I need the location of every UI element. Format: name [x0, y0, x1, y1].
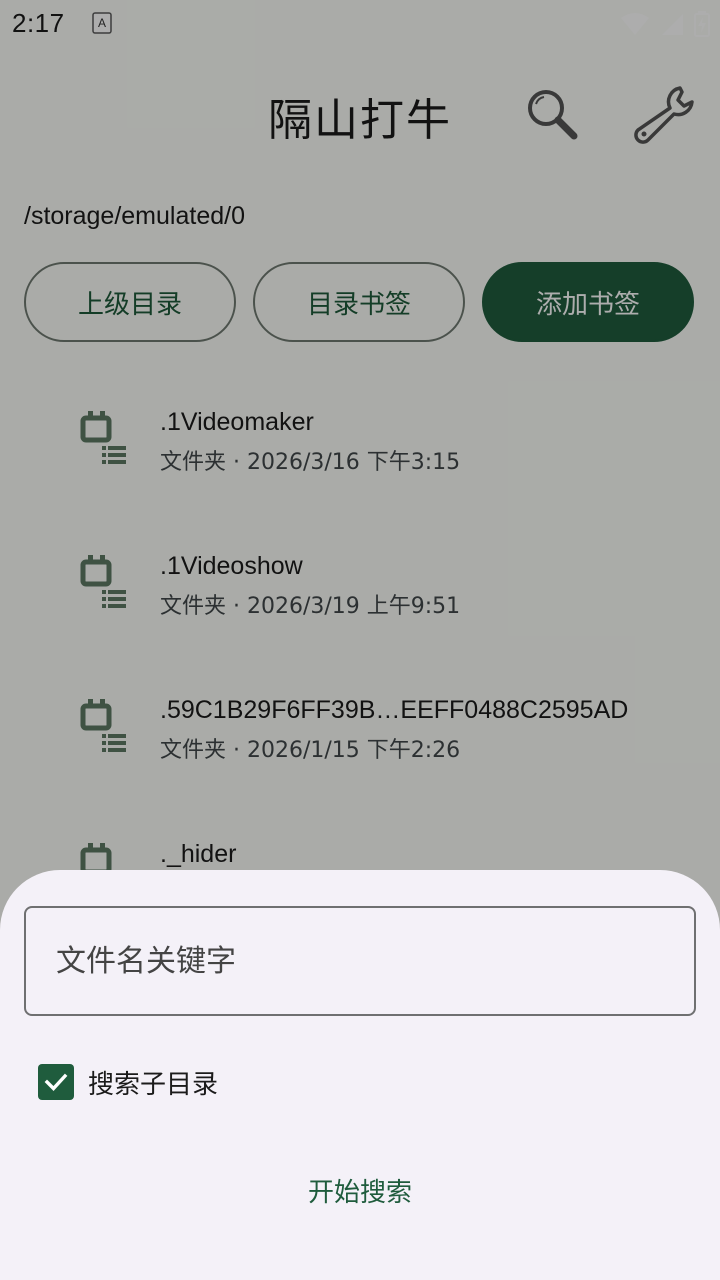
include-subdirectories-checkbox[interactable]: 搜索子目录	[38, 1062, 218, 1102]
app-root: 2:17 A 隔山打牛 /storage/emulated/0 上级目录 目录书…	[0, 0, 720, 1280]
search-bottom-sheet: 搜索子目录 开始搜索	[0, 870, 720, 1280]
include-subdirectories-label: 搜索子目录	[88, 1069, 219, 1100]
start-search-button[interactable]: 开始搜索	[0, 1172, 720, 1209]
checkbox-checked[interactable]	[38, 1064, 74, 1100]
check-icon	[44, 1073, 68, 1091]
filename-keyword-input[interactable]	[24, 906, 696, 1016]
